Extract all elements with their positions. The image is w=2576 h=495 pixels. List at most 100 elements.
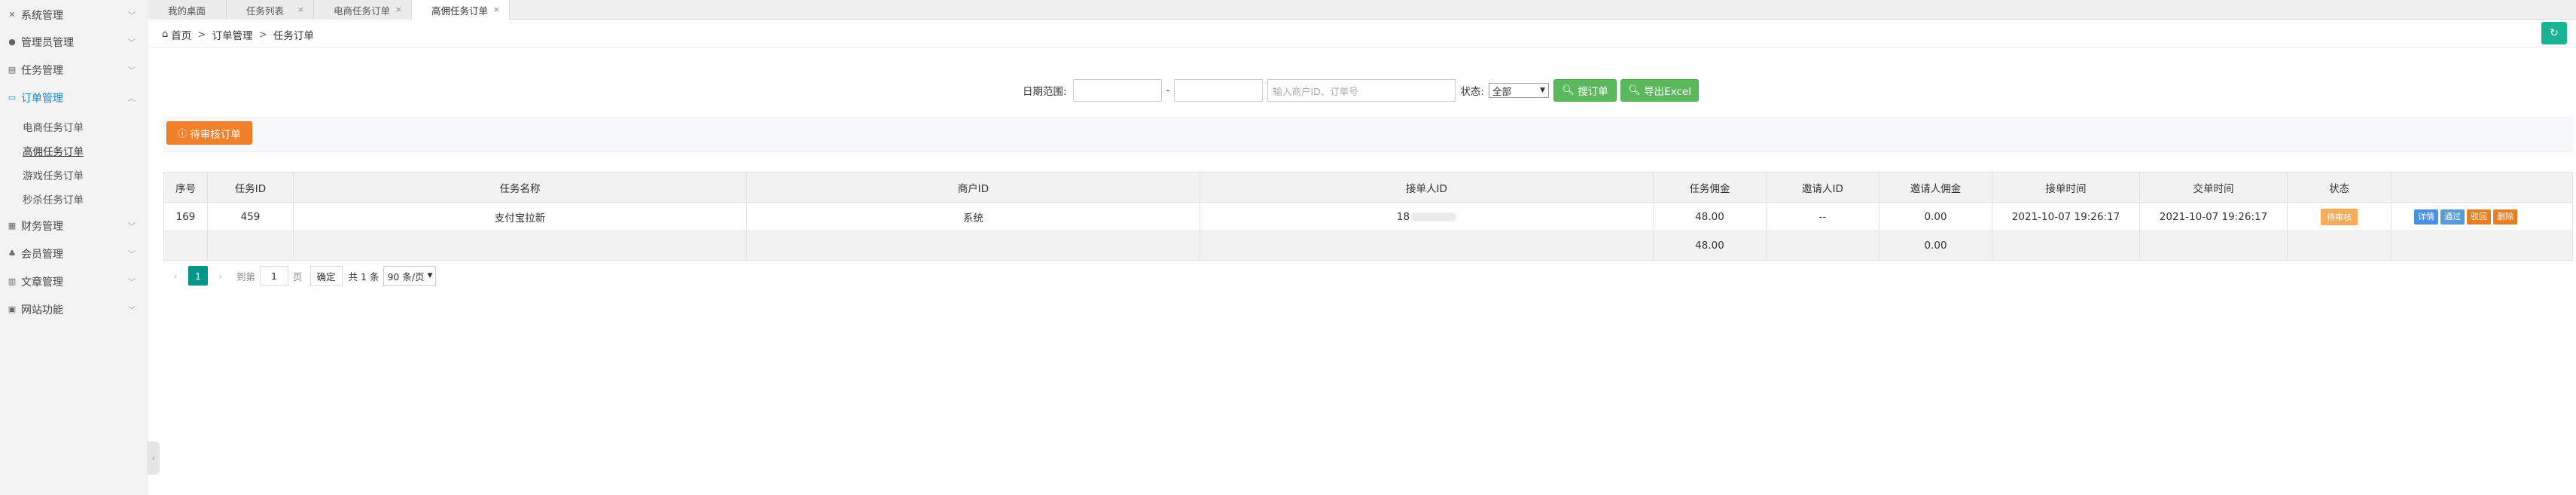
- search-button-label: 搜订单: [1578, 86, 1608, 98]
- breadcrumb-sep: >: [258, 28, 267, 41]
- breadcrumb-level2: 任务订单: [273, 29, 314, 42]
- reject-button[interactable]: 驳回: [2467, 209, 2491, 225]
- close-icon[interactable]: ×: [395, 5, 402, 14]
- td-accept-time: 2021-10-07 19:26:17: [1992, 203, 2140, 231]
- close-icon[interactable]: ×: [493, 5, 500, 14]
- breadcrumb-level1[interactable]: 订单管理: [212, 27, 253, 42]
- tab-desktop[interactable]: 我的桌面: [148, 0, 227, 20]
- close-icon[interactable]: ×: [297, 5, 304, 14]
- prev-page-button[interactable]: ‹: [166, 266, 185, 286]
- submenu-flash-sale-orders[interactable]: 秒杀任务订单: [23, 191, 84, 206]
- menu-site[interactable]: ▣ 网站功能 ﹀: [0, 296, 148, 323]
- next-page-button[interactable]: ›: [211, 266, 230, 286]
- menu-finance[interactable]: ▦ 财务管理 ﹀: [0, 212, 148, 240]
- menu-articles[interactable]: ▥ 文章管理 ﹀: [0, 268, 148, 295]
- total-empty: [164, 231, 208, 260]
- menu-site-label: 网站功能: [21, 304, 63, 316]
- menu-members[interactable]: ♣ 会员管理 ﹀: [0, 240, 148, 267]
- chevron-down-icon: ﹀: [128, 39, 136, 47]
- submenu-ecommerce-orders[interactable]: 电商任务订单: [23, 119, 84, 134]
- th-task-id: 任务ID: [208, 173, 294, 202]
- approve-button[interactable]: 通过: [2440, 209, 2465, 225]
- detail-button[interactable]: 详情: [2414, 209, 2438, 225]
- toolbar: [163, 118, 2573, 152]
- tab-task-list[interactable]: 任务列表 ×: [227, 0, 314, 20]
- menu-articles-label: 文章管理: [21, 277, 63, 289]
- tab-label: 高佣任务订单: [431, 5, 489, 17]
- total-empty: [747, 231, 1200, 260]
- menu-finance-label: 财务管理: [21, 221, 63, 233]
- submenu-high-commission-orders[interactable]: 高佣任务订单: [23, 143, 84, 158]
- export-excel-button[interactable]: 🔍︎ 导出Excel: [1620, 79, 1699, 102]
- table-row: 169 459 支付宝拉新 系统 18 48.00 -- 0.00 2021-1…: [164, 203, 2572, 231]
- date-range-label: 日期范围:: [1023, 86, 1067, 98]
- total-empty: [1992, 231, 2140, 260]
- site-icon: ▣: [8, 304, 17, 314]
- sidebar-collapse-toggle[interactable]: ‹: [148, 442, 160, 475]
- search-button[interactable]: 🔍︎ 搜订单: [1553, 79, 1617, 102]
- members-icon: ♣: [8, 249, 16, 258]
- status-select[interactable]: 全部 ▼: [1489, 83, 1549, 98]
- total-inviter-commission: 0.00: [1879, 231, 1992, 260]
- end-date-input[interactable]: [1174, 79, 1264, 102]
- submenu-game-orders[interactable]: 游戏任务订单: [23, 167, 84, 182]
- page-unit-label: 页: [293, 270, 303, 283]
- td-receiver-id: 18: [1200, 203, 1654, 231]
- td-merchant-id: 系统: [747, 203, 1200, 231]
- chevron-down-icon: ﹀: [128, 223, 136, 231]
- goto-page-input[interactable]: 1: [260, 266, 289, 286]
- order-icon: ▭: [8, 93, 17, 102]
- tab-label: 任务列表: [246, 5, 285, 17]
- per-page-select[interactable]: 90 条/页 ▼: [383, 266, 437, 286]
- pending-orders-button[interactable]: ⓘ 待审核订单: [166, 121, 252, 145]
- td-submit-time: 2021-10-07 19:26:17: [2140, 203, 2288, 231]
- list-icon: ▤: [8, 65, 17, 75]
- chevron-up-icon: ︿: [128, 95, 136, 103]
- total-empty: [208, 231, 294, 260]
- status-badge: 待审核: [2321, 208, 2358, 225]
- refresh-button[interactable]: ↻: [2541, 22, 2567, 44]
- total-empty: [1200, 231, 1654, 260]
- tab-high-commission-orders[interactable]: 高佣任务订单 ×: [412, 0, 510, 20]
- info-icon: ⓘ: [178, 128, 187, 139]
- search-form: 日期范围: - 输入商户ID、订单号 状态: 全部 ▼ 🔍︎ 搜订单 🔍︎ 导出…: [1023, 78, 1699, 102]
- menu-system[interactable]: ✕ 系统管理 ﹀: [0, 2, 148, 29]
- search-icon: 🔍︎: [1562, 84, 1575, 96]
- breadcrumb-sep: >: [197, 28, 206, 41]
- chevron-down-icon: ﹀: [128, 307, 136, 315]
- tab-ecommerce-orders[interactable]: 电商任务订单 ×: [314, 0, 412, 20]
- menu-task[interactable]: ▤ 任务管理 ﹀: [0, 57, 148, 84]
- receiver-id-text: 18: [1396, 210, 1410, 223]
- home-icon: ⌂: [162, 29, 169, 40]
- table-header: 序号 任务ID 任务名称 商户ID 接单人ID 任务佣金 邀请人ID 邀请人佣金…: [164, 173, 2572, 203]
- total-commission: 48.00: [1654, 231, 1767, 260]
- total-empty: [2140, 231, 2288, 260]
- refresh-icon: ↻: [2550, 27, 2559, 39]
- delete-button[interactable]: 删除: [2493, 209, 2517, 225]
- chevron-down-icon: ▼: [1540, 87, 1545, 94]
- chevron-down-icon: ﹀: [128, 12, 136, 20]
- total-empty: [1767, 231, 1879, 260]
- chevron-down-icon: ﹀: [128, 67, 136, 75]
- keyword-input[interactable]: 输入商户ID、订单号: [1267, 79, 1456, 102]
- chevron-down-icon: ﹀: [128, 251, 136, 259]
- menu-system-label: 系统管理: [21, 10, 63, 22]
- td-task-name: 支付宝拉新: [294, 203, 747, 231]
- menu-order[interactable]: ▭ 订单管理 ︿: [0, 84, 148, 112]
- breadcrumb-home[interactable]: 首页: [171, 27, 191, 42]
- tab-label: 我的桌面: [168, 5, 206, 17]
- th-receiver-id: 接单人ID: [1200, 173, 1654, 202]
- start-date-input[interactable]: [1072, 79, 1162, 102]
- article-icon: ▥: [8, 277, 17, 286]
- export-button-label: 导出Excel: [1644, 86, 1691, 98]
- th-task-name: 任务名称: [294, 173, 747, 202]
- pending-orders-label: 待审核订单: [190, 128, 241, 141]
- user-icon: ●: [8, 37, 16, 47]
- goto-confirm-button[interactable]: 确定: [309, 266, 343, 286]
- td-commission: 48.00: [1654, 203, 1767, 231]
- td-status: 待审核: [2288, 203, 2392, 231]
- menu-admin[interactable]: ● 管理员管理 ﹀: [0, 29, 148, 56]
- th-submit-time: 交单时间: [2140, 173, 2288, 202]
- tab-label: 电商任务订单: [334, 5, 391, 17]
- page-1-button[interactable]: 1: [188, 266, 208, 286]
